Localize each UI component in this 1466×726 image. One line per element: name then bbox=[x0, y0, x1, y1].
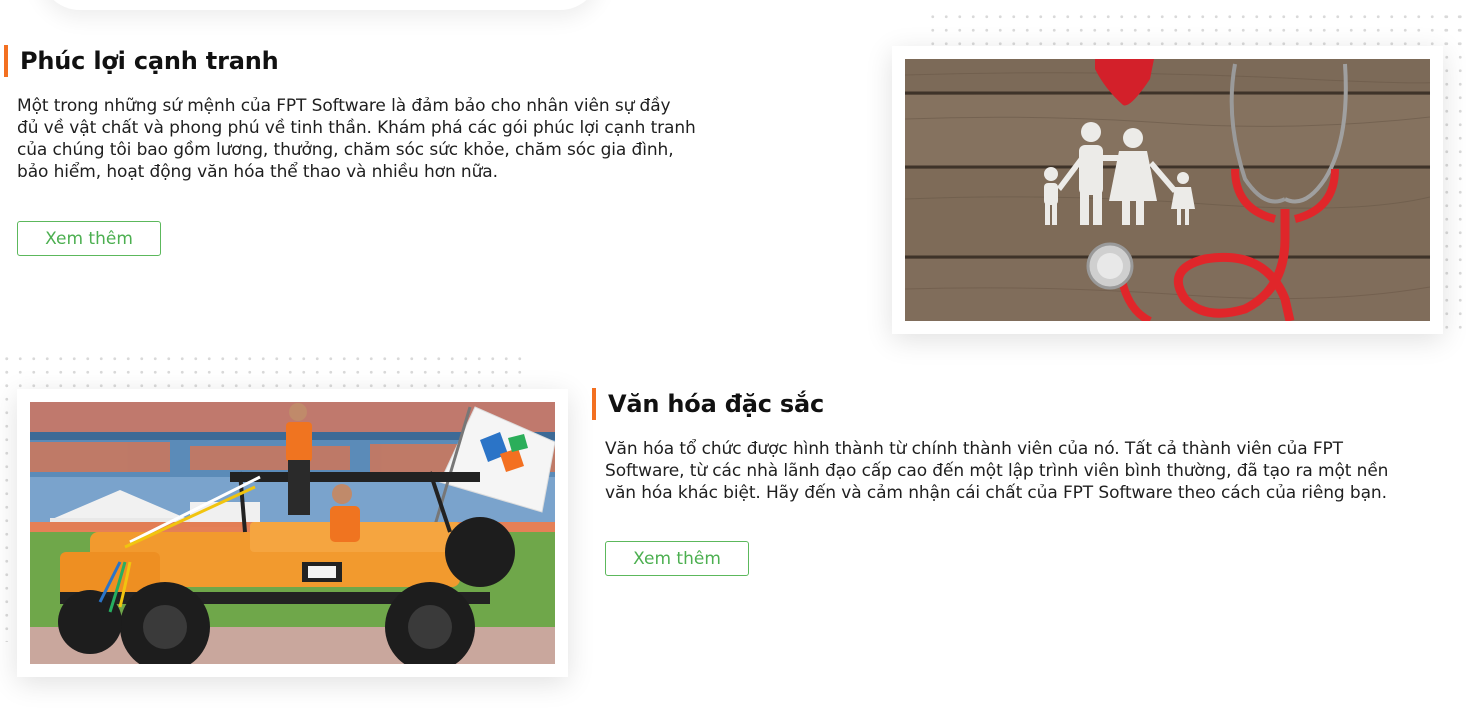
benefits-description-line: bảo hiểm, hoạt động văn hóa thể thao và … bbox=[17, 162, 498, 182]
culture-photo-card bbox=[17, 389, 568, 677]
family-stethoscope-photo-icon bbox=[905, 59, 1430, 321]
culture-description-line: văn hóa khác biệt. Hãy đến và cảm nhận c… bbox=[605, 483, 1387, 503]
culture-more-button[interactable]: Xem thêm bbox=[605, 541, 749, 576]
culture-description: Văn hóa tổ chức được hình thành từ chính… bbox=[605, 438, 1445, 504]
previous-card-shadow bbox=[40, 0, 600, 10]
culture-description-line: Văn hóa tổ chức được hình thành từ chính… bbox=[605, 439, 1343, 459]
dot-pattern-middle-left bbox=[0, 352, 525, 392]
dot-pattern-left-edge bbox=[0, 352, 17, 642]
benefits-more-button[interactable]: Xem thêm bbox=[17, 221, 161, 256]
jeep-parade-photo-icon bbox=[30, 402, 555, 664]
benefits-description-line: của chúng tôi bao gồm lương, thưởng, chă… bbox=[17, 140, 674, 160]
culture-title: Văn hóa đặc sắc bbox=[592, 388, 824, 420]
benefits-title: Phúc lợi cạnh tranh bbox=[4, 45, 279, 77]
benefits-description: Một trong những sứ mệnh của FPT Software… bbox=[17, 95, 737, 183]
benefits-description-line: Một trong những sứ mệnh của FPT Software… bbox=[17, 96, 671, 116]
benefits-photo-card bbox=[892, 46, 1443, 334]
dot-pattern-right-edge bbox=[1440, 10, 1466, 330]
dot-pattern-top-right bbox=[926, 10, 1466, 50]
benefits-description-line: đủ về vật chất và phong phú về tinh thần… bbox=[17, 118, 696, 138]
culture-description-line: Software, từ các nhà lãnh đạo cấp cao đế… bbox=[605, 461, 1389, 481]
page: Phúc lợi cạnh tranh Một trong những sứ m… bbox=[0, 0, 1466, 726]
